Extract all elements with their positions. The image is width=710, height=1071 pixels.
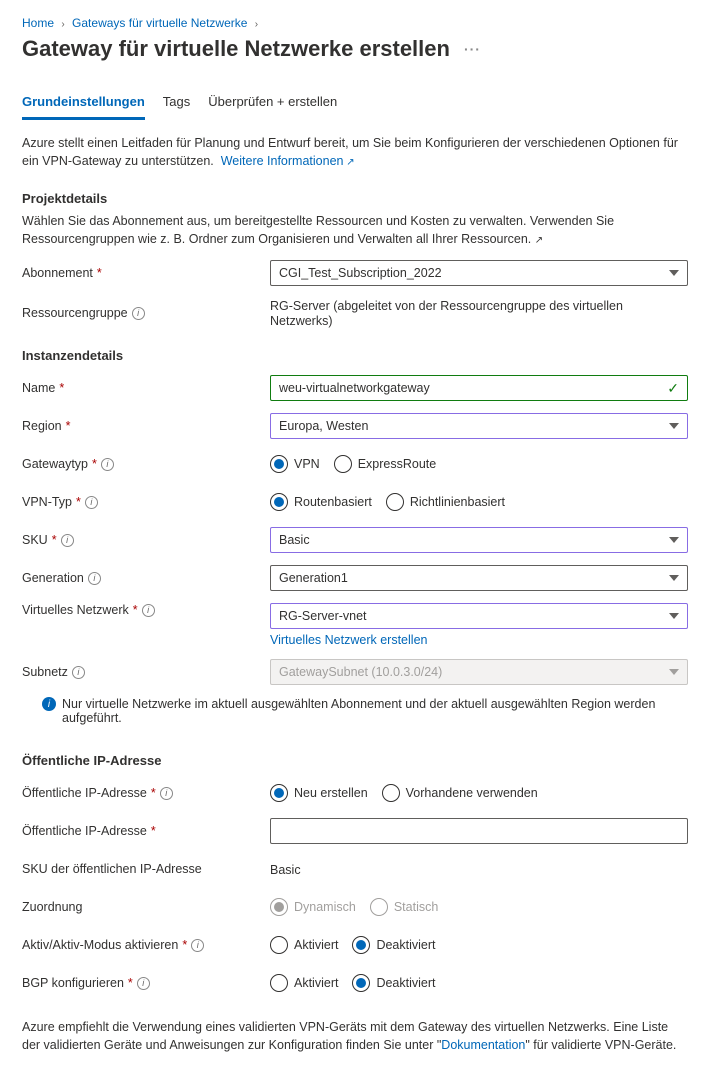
bgp-disabled-radio[interactable]: Deaktiviert	[352, 974, 435, 992]
subscription-dropdown[interactable]: CGI_Test_Subscription_2022	[270, 260, 688, 286]
gatewaytype-label: Gatewaytyp*	[22, 457, 270, 471]
tab-review[interactable]: Überprüfen + erstellen	[208, 88, 337, 120]
subnet-info-note: Nur virtuelle Netzwerke im aktuell ausge…	[22, 697, 688, 725]
region-dropdown[interactable]: Europa, Westen	[270, 413, 688, 439]
aa-disabled-radio[interactable]: Deaktiviert	[352, 936, 435, 954]
gatewaytype-vpn-radio[interactable]: VPN	[270, 455, 320, 473]
breadcrumb-gateways[interactable]: Gateways für virtuelle Netzwerke	[72, 16, 247, 30]
breadcrumb: Home › Gateways für virtuelle Netzwerke …	[22, 16, 688, 30]
section-instance-heading: Instanzendetails	[22, 348, 688, 363]
breadcrumb-home[interactable]: Home	[22, 16, 54, 30]
info-icon[interactable]	[101, 458, 114, 471]
info-icon[interactable]	[137, 977, 150, 990]
vnet-label: Virtuelles Netzwerk*	[22, 603, 270, 617]
pubip-name-label: Öffentliche IP-Adresse*	[22, 824, 270, 838]
sku-label: SKU*	[22, 533, 270, 547]
info-icon[interactable]	[72, 666, 85, 679]
subscription-label: Abonnement*	[22, 266, 270, 280]
gatewaytype-expressroute-radio[interactable]: ExpressRoute	[334, 455, 437, 473]
tabs: Grundeinstellungen Tags Überprüfen + ers…	[22, 88, 688, 120]
activeactive-label: Aktiv/Aktiv-Modus aktivieren*	[22, 938, 270, 952]
sku-dropdown[interactable]: Basic	[270, 527, 688, 553]
aa-enabled-radio[interactable]: Aktiviert	[270, 936, 338, 954]
more-actions-icon[interactable]: ···	[464, 41, 481, 57]
info-icon[interactable]	[88, 572, 101, 585]
pubip-mode-label: Öffentliche IP-Adresse*	[22, 786, 270, 800]
section-pubip-heading: Öffentliche IP-Adresse	[22, 753, 688, 768]
learn-more-link[interactable]: Weitere Informationen	[221, 154, 355, 168]
chevron-down-icon	[669, 613, 679, 619]
bgp-label: BGP konfigurieren*	[22, 976, 270, 990]
pubip-existing-radio[interactable]: Vorhandene verwenden	[382, 784, 538, 802]
documentation-link[interactable]: Dokumentation	[441, 1038, 525, 1052]
chevron-down-icon	[669, 575, 679, 581]
info-icon[interactable]	[61, 534, 74, 547]
generation-dropdown[interactable]: Generation1	[270, 565, 688, 591]
assignment-label: Zuordnung	[22, 900, 270, 914]
pubip-new-radio[interactable]: Neu erstellen	[270, 784, 368, 802]
chevron-down-icon	[669, 270, 679, 276]
subnet-dropdown: GatewaySubnet (10.0.3.0/24)	[270, 659, 688, 685]
chevron-right-icon: ›	[61, 19, 64, 30]
info-icon[interactable]	[142, 604, 155, 617]
section-project-heading: Projektdetails	[22, 191, 688, 206]
name-label: Name*	[22, 381, 270, 395]
create-vnet-link[interactable]: Virtuelles Netzwerk erstellen	[270, 633, 427, 647]
info-icon[interactable]	[191, 939, 204, 952]
tab-grundeinstellungen[interactable]: Grundeinstellungen	[22, 88, 145, 120]
info-icon[interactable]	[160, 787, 173, 800]
bgp-enabled-radio[interactable]: Aktiviert	[270, 974, 338, 992]
vpntype-policy-radio[interactable]: Richtlinienbasiert	[386, 493, 505, 511]
page-title: Gateway für virtuelle Netzwerke erstelle…	[22, 36, 688, 62]
chevron-down-icon	[669, 669, 679, 675]
pubip-sku-value: Basic	[270, 863, 301, 877]
info-icon[interactable]	[132, 307, 145, 320]
pubip-name-input[interactable]	[270, 818, 688, 844]
subnet-label: Subnetz	[22, 665, 270, 679]
vnet-dropdown[interactable]: RG-Server-vnet	[270, 603, 688, 629]
resourcegroup-label: Ressourcengruppe	[22, 306, 270, 320]
region-label: Region*	[22, 419, 270, 433]
assignment-static-radio: Statisch	[370, 898, 438, 916]
pubip-sku-label: SKU der öffentlichen IP-Adresse	[22, 862, 270, 876]
tab-tags[interactable]: Tags	[163, 88, 190, 120]
chevron-right-icon: ›	[255, 19, 258, 30]
chevron-down-icon	[669, 423, 679, 429]
vpntype-label: VPN-Typ*	[22, 495, 270, 509]
vpntype-route-radio[interactable]: Routenbasiert	[270, 493, 372, 511]
generation-label: Generation	[22, 571, 270, 585]
assignment-dynamic-radio: Dynamisch	[270, 898, 356, 916]
info-icon	[42, 697, 56, 711]
intro-text: Azure stellt einen Leitfaden für Planung…	[22, 134, 688, 171]
info-icon[interactable]	[85, 496, 98, 509]
resourcegroup-value: RG-Server (abgeleitet von der Ressourcen…	[270, 299, 623, 328]
name-input[interactable]: weu-virtualnetworkgateway✓	[270, 375, 688, 401]
check-icon: ✓	[667, 380, 679, 397]
section-project-text: Wählen Sie das Abonnement aus, um bereit…	[22, 212, 688, 249]
chevron-down-icon	[669, 537, 679, 543]
